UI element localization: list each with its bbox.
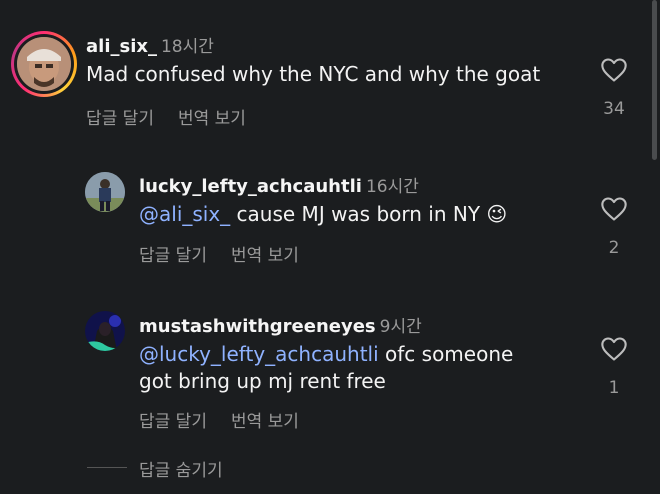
heart-icon[interactable] <box>600 57 628 83</box>
translate-button[interactable]: 번역 보기 <box>231 412 299 432</box>
avatar[interactable] <box>85 172 125 212</box>
comment-time: 9시간 <box>379 317 422 337</box>
comment-actions: 답글 달기 번역 보기 <box>86 104 270 129</box>
comment-actions: 답글 달기 번역 보기 <box>139 241 323 266</box>
username-text[interactable]: mustashwithgreeneyes <box>139 316 376 337</box>
username-text[interactable]: lucky_lefty_achcauhtli <box>139 176 362 197</box>
username-text[interactable]: ali_six_ <box>86 36 157 57</box>
comment-username[interactable]: lucky_lefty_achcauhtli 16시간 <box>139 172 419 197</box>
comment-actions: 답글 달기 번역 보기 <box>139 407 323 432</box>
comment-time: 16시간 <box>365 177 419 197</box>
heart-icon[interactable] <box>600 196 628 222</box>
divider-line <box>87 467 127 468</box>
comment-text: Mad confused why the NYC and why the goa… <box>86 62 541 86</box>
mention-link[interactable]: @lucky_lefty_achcauhtli <box>139 342 379 366</box>
comment-line-2: got bring up mj rent free <box>139 369 386 393</box>
comment-body: cause MJ was born in NY 😉 <box>236 202 508 226</box>
mention-link[interactable]: @ali_six_ <box>139 202 230 226</box>
comment-time: 18시간 <box>160 37 214 57</box>
comment-text: @ali_six_ cause MJ was born in NY 😉 <box>139 201 507 228</box>
avatar[interactable] <box>85 311 125 351</box>
avatar-story-ring[interactable] <box>11 31 77 97</box>
like-count: 34 <box>603 99 625 119</box>
comment-body: ofc someone <box>385 342 514 366</box>
reply-button[interactable]: 답글 달기 <box>139 412 207 432</box>
like-count: 1 <box>608 378 620 398</box>
comment-line-1: @lucky_lefty_achcauhtli ofc someone <box>139 341 513 368</box>
comment-username[interactable]: ali_six_ 18시간 <box>86 32 214 57</box>
translate-button[interactable]: 번역 보기 <box>178 109 246 129</box>
hide-replies-button[interactable]: 답글 숨기기 <box>139 456 223 481</box>
comment-text: @lucky_lefty_achcauhtli ofc someone got … <box>139 341 513 395</box>
heart-icon[interactable] <box>600 336 628 362</box>
comments-screen: ali_six_ 18시간 Mad confused why the NYC an… <box>0 0 660 494</box>
scrollbar[interactable] <box>652 0 657 160</box>
comment-username[interactable]: mustashwithgreeneyes 9시간 <box>139 312 422 337</box>
translate-button[interactable]: 번역 보기 <box>231 246 299 266</box>
avatar <box>17 37 71 91</box>
reply-button[interactable]: 답글 달기 <box>139 246 207 266</box>
like-count: 2 <box>608 238 620 258</box>
reply-button[interactable]: 답글 달기 <box>86 109 154 129</box>
